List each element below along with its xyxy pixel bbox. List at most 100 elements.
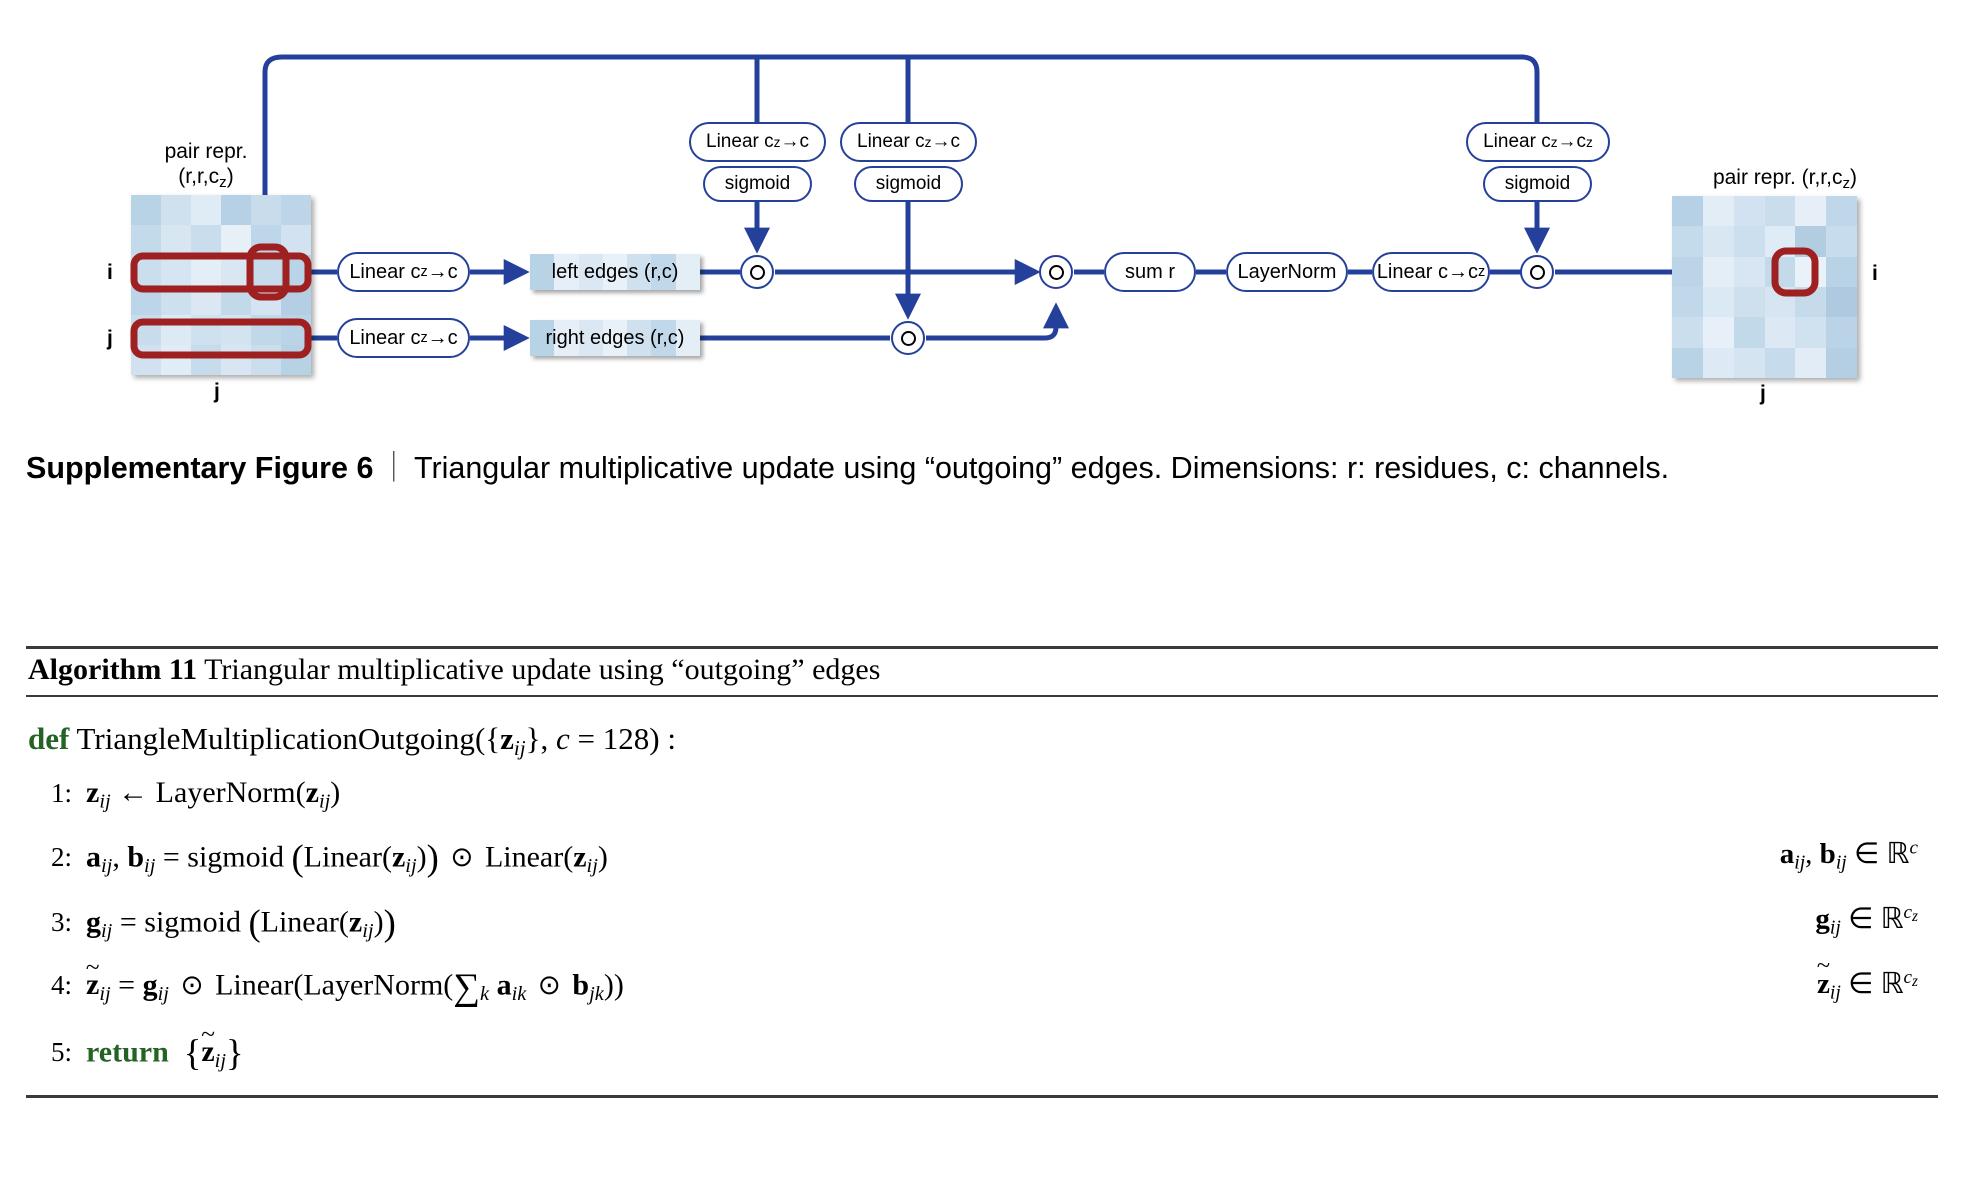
gate-linear-3-node[interactable]: Linear c z →c z <box>1466 122 1610 162</box>
edge-strip-cell <box>530 254 555 290</box>
gate-linear-3-label: Linear c <box>1483 131 1551 152</box>
input-matrix-title-sub: z <box>219 173 227 191</box>
step-2-annotation: aij, bij ∈ ℝc <box>1779 837 1918 874</box>
matrix-cell <box>191 315 221 345</box>
circle-dot-glyph-3 <box>1048 264 1064 280</box>
matrix-cell <box>1702 196 1734 227</box>
matrix-cell <box>1672 317 1703 348</box>
gate-linear-2-tail: →c <box>931 131 960 152</box>
def-c-symbol: c <box>556 721 570 756</box>
matrix-cell <box>131 195 161 225</box>
matrix-cell <box>1672 196 1703 227</box>
matrix-cell <box>131 225 161 255</box>
matrix-cell <box>161 315 191 345</box>
output-matrix-title-sub: z <box>1842 175 1851 193</box>
multiply-node-2 <box>891 321 925 355</box>
matrix-cell <box>221 285 251 315</box>
algorithm-step-1: 1: zij ← LayerNorm(zij) <box>26 765 1938 825</box>
linear-cz-to-c-right-label: Linear c <box>349 326 421 349</box>
matrix-cell <box>251 195 281 225</box>
edge-strip-cell <box>675 254 700 290</box>
matrix-cell <box>191 285 221 315</box>
matrix-cell <box>281 195 311 225</box>
gate-linear-2-label: Linear c <box>857 131 925 152</box>
matrix-cell <box>1764 347 1796 378</box>
circle-dot-glyph-2 <box>900 330 916 346</box>
linear-cz-to-c-left-node[interactable]: Linear c z →c <box>337 252 470 292</box>
step-3-annotation: gij ∈ ℝcz <box>1815 902 1918 939</box>
sigmoid-3-node[interactable]: sigmoid <box>1483 166 1592 202</box>
algorithm-header: Algorithm 11 Triangular multiplicative u… <box>26 649 1938 695</box>
input-col-label-j: j <box>214 380 220 403</box>
linear-c-to-cz-sub: z <box>1477 264 1486 280</box>
linear-cz-to-c-right-tail: →c <box>427 326 458 349</box>
matrix-cell <box>221 195 251 225</box>
linear-cz-to-c-left-tail: →c <box>427 260 458 283</box>
matrix-cell <box>221 345 251 375</box>
matrix-cell <box>1826 347 1857 378</box>
matrix-cell <box>1826 226 1857 257</box>
gate-linear-3-tail: →c <box>1557 131 1587 152</box>
return-keyword: return <box>86 1034 169 1068</box>
matrix-cell <box>1764 226 1796 257</box>
right-edges-strip: right edges (r,c) <box>530 320 700 356</box>
multiply-node-3 <box>1039 255 1073 289</box>
gate-linear-1-sub: z <box>773 134 781 150</box>
matrix-cell <box>221 225 251 255</box>
matrix-cell <box>281 315 311 345</box>
algorithm-block: Algorithm 11 Triangular multiplicative u… <box>26 646 1938 1098</box>
matrix-cell <box>191 195 221 225</box>
sum-r-node[interactable]: sum r <box>1104 252 1196 292</box>
multiply-node-4 <box>1520 255 1554 289</box>
matrix-cell <box>1826 256 1857 287</box>
sigmoid-2-node[interactable]: sigmoid <box>854 166 963 202</box>
output-matrix-title: pair repr. (r,r,cz) <box>1645 166 1925 193</box>
caption-separator: ｜ <box>378 451 409 485</box>
matrix-cell <box>131 285 161 315</box>
matrix-cell <box>161 255 191 285</box>
matrix-cell <box>1702 256 1734 287</box>
matrix-cell <box>161 225 191 255</box>
step-1-number: 1: <box>50 777 72 808</box>
matrix-cell <box>1764 256 1796 287</box>
output-col-label-j: j <box>1760 382 1766 405</box>
layernorm-label: LayerNorm <box>1237 260 1337 283</box>
matrix-cell <box>1733 226 1765 257</box>
def-keyword: def <box>28 721 70 756</box>
matrix-cell <box>251 315 281 345</box>
left-edges-label: left edges (r,c) <box>551 260 679 283</box>
sum-r-label: sum r <box>1125 260 1175 283</box>
matrix-cell <box>1764 317 1796 348</box>
matrix-cell <box>1733 196 1765 227</box>
matrix-cell <box>1764 196 1796 227</box>
figure-page: pair repr. (r,r,cz) i j j Linear c z →c Li… <box>0 0 1966 1204</box>
matrix-cell <box>1733 317 1765 348</box>
gate-linear-1-node[interactable]: Linear c z →c <box>689 122 826 162</box>
algorithm-step-3: 3: gij = sigmoid (Linear(zij)) gij ∈ ℝcz <box>26 890 1938 955</box>
multiply-node-1 <box>740 255 774 289</box>
matrix-cell <box>131 345 161 375</box>
matrix-cell <box>251 345 281 375</box>
linear-c-to-cz-node[interactable]: Linear c→c z <box>1372 252 1490 292</box>
matrix-cell <box>281 345 311 375</box>
def-arg-z: z <box>500 721 514 756</box>
right-edges-label: right edges (r,c) <box>545 326 685 349</box>
step-3-number: 3: <box>50 906 72 937</box>
matrix-cell <box>1672 287 1703 318</box>
linear-cz-to-c-left-label: Linear c <box>349 260 421 283</box>
linear-cz-to-c-right-node[interactable]: Linear c z →c <box>337 318 470 358</box>
gate-linear-2-node[interactable]: Linear c z →c <box>840 122 977 162</box>
matrix-cell <box>281 255 311 285</box>
algorithm-step-2: 2: aij, bij = sigmoid (Linear(zij)) ⊙ Lin… <box>26 825 1938 890</box>
def-args-open: ({ <box>474 721 501 756</box>
layernorm-node[interactable]: LayerNorm <box>1226 252 1348 292</box>
def-function-name: TriangleMultiplicationOutgoing <box>76 721 475 756</box>
matrix-cell <box>161 285 191 315</box>
matrix-cell <box>221 255 251 285</box>
step-4-number: 4: <box>50 970 72 1001</box>
sigmoid-1-node[interactable]: sigmoid <box>703 166 812 202</box>
matrix-cell <box>191 255 221 285</box>
algorithm-def-line: def TriangleMultiplicationOutgoing({zij}… <box>26 711 1938 765</box>
algorithm-title-text: Triangular multiplicative update using “… <box>204 653 881 686</box>
gate-linear-3-tail-sub: z <box>1586 134 1593 150</box>
